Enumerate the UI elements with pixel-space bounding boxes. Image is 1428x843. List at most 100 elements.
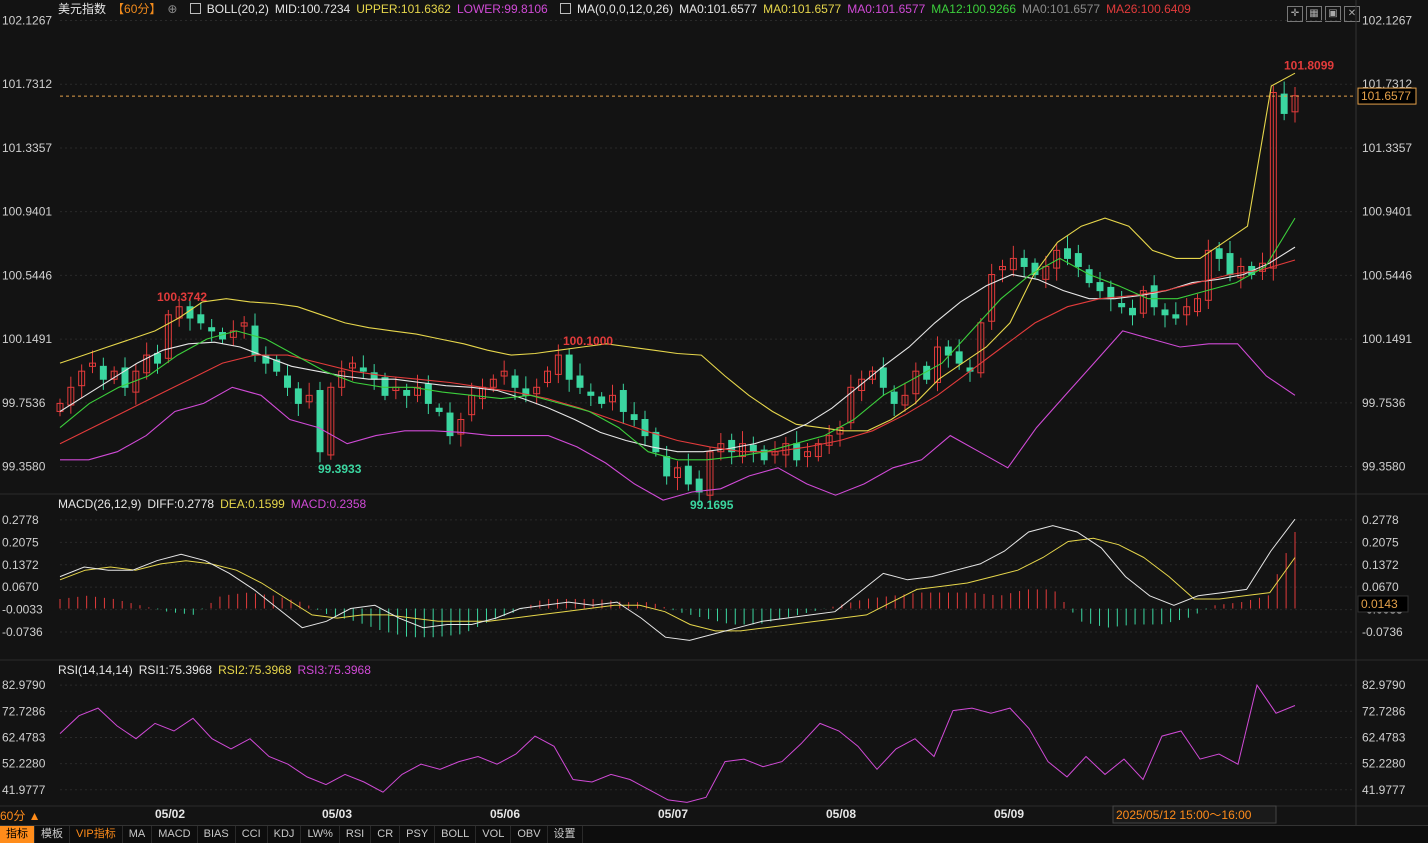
tab-15[interactable]: 设置 bbox=[548, 826, 583, 843]
candle-body[interactable] bbox=[641, 419, 649, 437]
candle-body[interactable] bbox=[1118, 303, 1126, 308]
period-button[interactable]: 60分 ▲ bbox=[0, 808, 41, 824]
candle-body[interactable] bbox=[316, 390, 324, 453]
annotation-low1: 99.3933 bbox=[318, 462, 362, 476]
price-axis-left-label: 99.3580 bbox=[2, 460, 46, 474]
rsi-axis-left-label: 52.2280 bbox=[2, 757, 46, 771]
rsi-axis-right-label: 72.7286 bbox=[1362, 704, 1406, 718]
candle-body[interactable] bbox=[1064, 248, 1071, 259]
tab-14[interactable]: OBV bbox=[511, 826, 548, 843]
macd-axis-right-label: 0.0670 bbox=[1362, 580, 1399, 594]
candle-body[interactable] bbox=[99, 365, 107, 380]
tab-11[interactable]: PSY bbox=[400, 826, 436, 843]
chart-svg[interactable]: 102.1267 102.1267101.7312 101.7312101.3357… bbox=[0, 0, 1428, 842]
annotation-low2: 99.1695 bbox=[690, 498, 734, 512]
tab-2[interactable]: VIP指标 bbox=[70, 826, 123, 843]
rsi-line bbox=[59, 683, 1296, 803]
candle-body[interactable] bbox=[890, 391, 898, 404]
tab-9[interactable]: RSI bbox=[340, 826, 372, 843]
candle-body[interactable] bbox=[1215, 248, 1223, 259]
candle-body[interactable] bbox=[619, 390, 627, 412]
price-axis-right-label: 102.1267 bbox=[1362, 14, 1412, 28]
candle-body[interactable] bbox=[1085, 269, 1093, 284]
candle-body[interactable] bbox=[1172, 314, 1180, 319]
macd-axis-left-label: -0.0736 bbox=[2, 625, 43, 639]
candle-body[interactable] bbox=[435, 407, 443, 412]
candle-body[interactable] bbox=[403, 390, 411, 396]
macd-dea-line bbox=[59, 537, 1296, 632]
candle-body[interactable] bbox=[511, 375, 519, 388]
candle-body[interactable] bbox=[1280, 93, 1288, 114]
candle-body[interactable] bbox=[208, 327, 216, 332]
rsi-axis-left-label: 62.4783 bbox=[2, 730, 46, 744]
macd-axis-right-label: 0.2075 bbox=[1362, 535, 1399, 549]
candle-body[interactable] bbox=[663, 456, 671, 477]
cursor-time-label: 2025/05/12 15:00～16:00 bbox=[1116, 808, 1252, 822]
candle-body[interactable] bbox=[251, 325, 259, 356]
rsi-axis-right-label: 41.9777 bbox=[1362, 783, 1406, 797]
candle-body[interactable] bbox=[598, 396, 606, 404]
candle-body[interactable] bbox=[1096, 282, 1104, 292]
tab-5[interactable]: BIAS bbox=[198, 826, 236, 843]
candle-body[interactable] bbox=[154, 352, 161, 364]
price-axis-right-label: 99.7536 bbox=[1362, 396, 1406, 410]
macd-axis-left-label: 0.2075 bbox=[2, 535, 39, 549]
candle-body[interactable] bbox=[294, 388, 302, 404]
price-axis-right-label: 100.9401 bbox=[1362, 205, 1412, 219]
tab-4[interactable]: MACD bbox=[152, 826, 198, 843]
date-axis-label: 05/08 bbox=[826, 807, 856, 821]
candle-body[interactable] bbox=[879, 367, 887, 388]
macd-axis-left-label: 0.2778 bbox=[2, 513, 39, 527]
tab-1[interactable]: 模板 bbox=[35, 826, 70, 843]
tab-10[interactable]: CR bbox=[371, 826, 401, 843]
candle-body[interactable] bbox=[695, 478, 703, 493]
macd-axis-left-label: 0.1372 bbox=[2, 558, 39, 572]
candle-body[interactable] bbox=[359, 367, 367, 372]
tab-8[interactable]: LW% bbox=[301, 826, 340, 843]
macd-axis-left-label: -0.0033 bbox=[2, 603, 43, 617]
macd-diff-line bbox=[59, 518, 1296, 641]
candle-body[interactable] bbox=[565, 354, 573, 380]
candle-body[interactable] bbox=[1150, 285, 1158, 308]
candle-body[interactable] bbox=[381, 377, 389, 396]
candle-body[interactable] bbox=[684, 465, 692, 485]
candle-body[interactable] bbox=[424, 383, 432, 404]
macd-axis-right-label: -0.0736 bbox=[1362, 625, 1403, 639]
candle-body[interactable] bbox=[1020, 257, 1028, 267]
candle-body[interactable] bbox=[587, 391, 595, 396]
price-axis-right-label: 101.3357 bbox=[1362, 141, 1412, 155]
indicator-tab-bar: 指标 模板 VIP指标 MA MACD BIAS CCI KDJ LW% RSI CR PSY BOLL… bbox=[0, 825, 1428, 843]
candle-body[interactable] bbox=[652, 431, 660, 453]
candle-body[interactable] bbox=[1074, 253, 1082, 267]
candle-body[interactable] bbox=[793, 443, 801, 461]
candle-body[interactable] bbox=[630, 414, 638, 421]
rsi-axis-right-label: 82.9790 bbox=[1362, 678, 1406, 692]
tab-3[interactable]: MA bbox=[123, 826, 153, 843]
price-axis-left-label: 100.1491 bbox=[2, 332, 52, 346]
macd-axis-left-label: 0.0670 bbox=[2, 580, 39, 594]
macd-axis-right-label: 0.1372 bbox=[1362, 558, 1399, 572]
boll-mid-line bbox=[59, 246, 1296, 453]
date-axis-label: 05/06 bbox=[490, 807, 520, 821]
tab-6[interactable]: CCI bbox=[236, 826, 268, 843]
candle-body[interactable] bbox=[955, 351, 963, 364]
candle-body[interactable] bbox=[749, 444, 757, 453]
candle-body[interactable] bbox=[197, 314, 205, 324]
tab-13[interactable]: VOL bbox=[476, 826, 512, 843]
date-axis-label: 05/09 bbox=[994, 807, 1024, 821]
tab-0[interactable]: 指标 bbox=[0, 826, 35, 843]
chart-stage: 美元指数 【60分】 ⊕ BOLL(20,2) MID:100.7234 UPPER:1… bbox=[0, 0, 1428, 843]
candle-body[interactable] bbox=[576, 375, 584, 388]
tab-12[interactable]: BOLL bbox=[435, 826, 477, 843]
date-axis-label: 05/03 bbox=[322, 807, 352, 821]
rsi-axis-right-label: 52.2280 bbox=[1362, 757, 1406, 771]
candle-body[interactable] bbox=[284, 375, 291, 388]
tab-7[interactable]: KDJ bbox=[268, 826, 302, 843]
rsi-axis-left-label: 82.9790 bbox=[2, 678, 46, 692]
price-axis-right-label: 99.3580 bbox=[1362, 460, 1406, 474]
candle-body[interactable] bbox=[1226, 253, 1234, 276]
price-axis-left-label: 100.9401 bbox=[2, 205, 52, 219]
candle-body[interactable] bbox=[1161, 309, 1169, 316]
current-macd-tag: 0.0143 bbox=[1361, 597, 1398, 611]
candle-body[interactable] bbox=[1129, 307, 1136, 316]
